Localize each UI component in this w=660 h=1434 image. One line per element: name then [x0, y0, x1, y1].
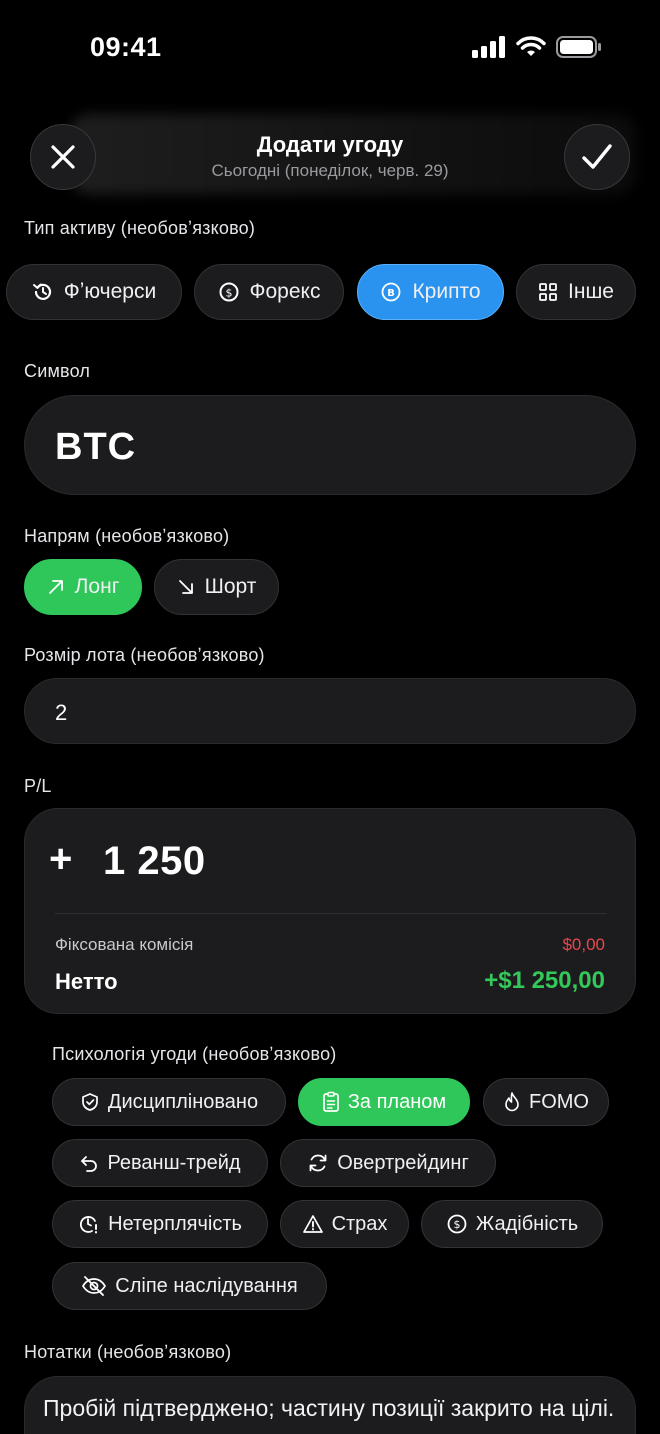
psychology-tag-fear[interactable]: Страх — [280, 1200, 409, 1248]
psychology-tag-label: FOMO — [529, 1090, 589, 1113]
psychology-tag-by-plan[interactable]: За планом — [298, 1078, 470, 1126]
status-time: 09:41 — [90, 32, 162, 62]
psychology-tag-blind-following[interactable]: Сліпе наслідування — [52, 1262, 327, 1310]
notes-label: Нотатки (необовʼязково) — [24, 1342, 232, 1362]
page-title: Додати угоду — [256, 132, 404, 157]
notes-textarea[interactable]: Пробій підтверджено; частину позиції зак… — [24, 1376, 636, 1434]
asset-type-label-text: Крипто — [412, 280, 481, 303]
confirm-button[interactable] — [564, 124, 630, 190]
warning-icon — [302, 1215, 323, 1233]
pl-divider — [55, 913, 607, 914]
clock-alert-icon — [80, 1216, 98, 1234]
pl-amount-input[interactable]: 1 250 — [103, 839, 206, 884]
arrow-up-right-icon — [48, 580, 63, 594]
clipboard-icon — [322, 1091, 339, 1112]
history-icon — [32, 283, 51, 300]
grid-icon — [539, 283, 557, 301]
svg-text:$: $ — [453, 1218, 460, 1231]
symbol-input[interactable]: BTC — [24, 395, 636, 495]
symbol-label: Символ — [24, 361, 91, 381]
battery-icon — [556, 36, 601, 58]
psychology-tag-label: Сліпе наслідування — [115, 1274, 298, 1297]
asset-type-forex[interactable]: $ Форекс — [194, 264, 344, 320]
psychology-tag-impatience[interactable]: Нетерплячість — [52, 1200, 268, 1248]
currency-exchange-icon: $ — [219, 282, 239, 302]
psychology-tag-label: За планом — [347, 1090, 447, 1113]
psychology-tag-label: Страх — [331, 1212, 388, 1235]
direction-short-button[interactable]: Шорт — [154, 559, 279, 615]
svg-text:$: $ — [225, 287, 232, 300]
undo-icon — [81, 1156, 98, 1172]
asset-type-crypto[interactable]: B Крипто — [357, 264, 504, 320]
wifi-icon — [516, 36, 546, 56]
page-subtitle: Сьогодні (понеділок, черв. 29) — [211, 161, 449, 180]
psychology-tag-greed[interactable]: $ Жадібність — [421, 1200, 603, 1248]
notes-value: Пробій підтверджено; частину позиції зак… — [43, 1395, 615, 1421]
asset-type-futures[interactable]: Фʼючерси — [6, 264, 182, 320]
flame-icon — [505, 1092, 519, 1112]
asset-type-label: Тип активу (необовʼязково) — [24, 218, 256, 238]
psychology-label: Психологія угоди (необовʼязково) — [52, 1044, 337, 1064]
status-icons — [472, 36, 602, 58]
net-value: +$1 250,00 — [484, 967, 605, 994]
direction-label: Напрям (необовʼязково) — [24, 526, 230, 546]
pl-sign-toggle[interactable]: + — [49, 837, 72, 882]
symbol-value: BTC — [55, 426, 137, 468]
lot-size-input[interactable]: 2 — [24, 678, 636, 744]
asset-type-other[interactable]: Інше — [516, 264, 636, 320]
shield-check-icon — [82, 1093, 98, 1111]
signal-icon — [472, 36, 505, 58]
direction-long-button[interactable]: Лонг — [24, 559, 142, 615]
arrow-down-right-icon — [178, 580, 193, 594]
psychology-tag-label: Овертрейдинг — [337, 1151, 469, 1174]
eye-off-icon — [82, 1276, 107, 1296]
psychology-tag-label: Жадібність — [475, 1212, 579, 1235]
checkmark-icon — [582, 144, 612, 169]
lot-size-label: Розмір лота (необовʼязково) — [24, 645, 265, 665]
psychology-tag-label: Нетерплячість — [108, 1212, 242, 1235]
psychology-tag-label: Реванш-трейд — [107, 1151, 241, 1174]
psychology-tag-fomo[interactable]: FOMO — [483, 1078, 609, 1126]
asset-type-label-text: Фʼючерси — [63, 280, 157, 303]
asset-type-label-text: Форекс — [249, 280, 321, 303]
asset-type-label-text: Інше — [568, 280, 614, 303]
direction-label-text: Лонг — [74, 575, 120, 598]
refresh-icon — [309, 1154, 327, 1172]
modal-header: Додати угоду Сьогодні (понеділок, черв. … — [0, 110, 660, 210]
psychology-tag-overtrading[interactable]: Овертрейдинг — [280, 1139, 496, 1187]
psychology-tag-revenge-trade[interactable]: Реванш-трейд — [52, 1139, 268, 1187]
status-bar: 09:41 — [0, 0, 660, 96]
lot-size-value: 2 — [55, 700, 68, 725]
psychology-tag-disciplined[interactable]: Дисципліновано — [52, 1078, 286, 1126]
fee-value: $0,00 — [562, 935, 605, 954]
psychology-tag-label: Дисципліновано — [107, 1090, 259, 1113]
svg-text:B: B — [388, 288, 396, 299]
dollar-icon: $ — [447, 1214, 467, 1234]
fee-label: Фіксована комісія — [55, 935, 194, 954]
bitcoin-icon: B — [382, 282, 401, 302]
pl-card: + 1 250 Фіксована комісія $0,00 Нетто +$… — [24, 808, 636, 1014]
net-label: Нетто — [55, 969, 118, 994]
pl-label: P/L — [24, 776, 52, 796]
direction-label-text: Шорт — [204, 575, 257, 598]
